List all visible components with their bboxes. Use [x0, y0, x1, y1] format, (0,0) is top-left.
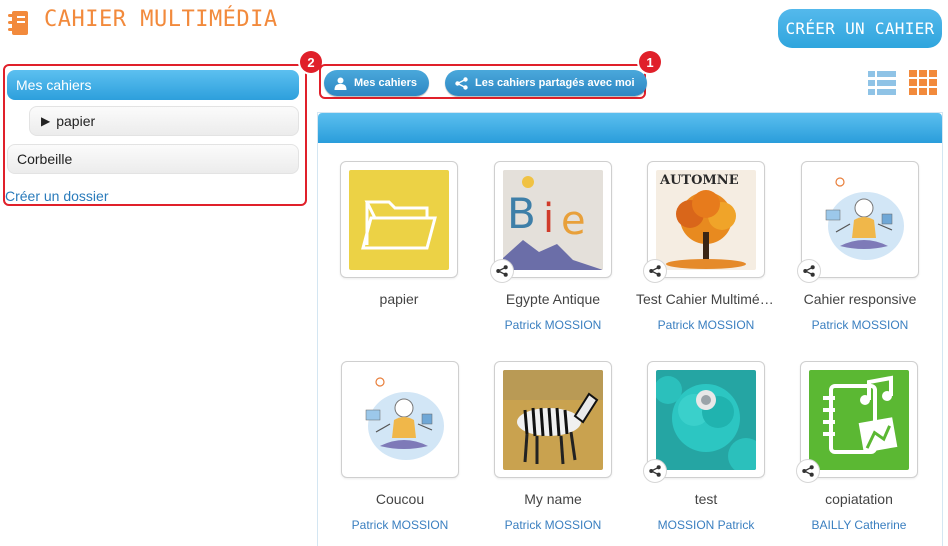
notebook-title: test	[694, 491, 718, 507]
notebook-card[interactable]: Coucou Patrick MOSSION	[330, 361, 470, 532]
notebook-thumbnail[interactable]	[341, 361, 459, 478]
notebook-title: papier	[379, 291, 419, 307]
notebook-card[interactable]: B i e Egypte Antique Patrick MOSSION	[483, 161, 623, 332]
notebook-thumbnail[interactable]	[340, 161, 458, 278]
cupcake-thumbnail-image	[656, 370, 756, 470]
user-icon	[334, 77, 347, 90]
shared-icon	[490, 259, 514, 283]
panel-header	[318, 113, 942, 143]
svg-text:i: i	[543, 196, 554, 242]
notebook-author[interactable]: MOSSION Patrick	[636, 518, 776, 532]
sidebar-item-label: Corbeille	[17, 151, 73, 167]
svg-text:e: e	[561, 198, 586, 244]
shared-icon	[643, 259, 667, 283]
notebook-card[interactable]: AUTOMNE Test Cahier Multimédia Patrick M…	[636, 161, 776, 332]
notebook-grid-panel: papier B i e Egypte Antique Patrick MOSS…	[317, 112, 943, 546]
music-notebook-icon	[809, 370, 909, 470]
share-icon	[455, 76, 468, 90]
sidebar-item-folder-papier[interactable]: ▶ papier	[29, 106, 299, 136]
notebook-title: copiatation	[825, 491, 893, 507]
create-notebook-button[interactable]: CRÉER UN CAHIER	[778, 9, 942, 48]
notebook-title: Cahier responsive	[803, 291, 917, 307]
letters-thumbnail-image: B i e	[503, 170, 603, 270]
notebook-card[interactable]: My name Patrick MOSSION	[483, 361, 623, 532]
create-folder-link[interactable]: Créer un dossier	[5, 188, 109, 204]
notebook-author[interactable]: BAILLY Catherine	[789, 518, 929, 532]
notebook-card[interactable]: copiatation BAILLY Catherine	[789, 361, 929, 532]
svg-text:B: B	[507, 189, 536, 238]
app-window: CAHIER MULTIMÉDIA CRÉER UN CAHIER Mes ca…	[0, 0, 948, 546]
notebook-author[interactable]: Patrick MOSSION	[330, 518, 470, 532]
grid-view-icon[interactable]	[909, 70, 937, 96]
notebook-logo-icon	[8, 11, 28, 35]
notebook-card[interactable]: Cahier responsive Patrick MOSSION	[790, 161, 930, 332]
tab-shared-notebooks[interactable]: Les cahiers partagés avec moi	[445, 70, 647, 96]
notebook-author[interactable]: Patrick MOSSION	[790, 318, 930, 332]
notebook-card[interactable]: papier	[329, 161, 469, 307]
meditation-thumbnail-image	[810, 170, 910, 270]
notebook-filter-tabs: Mes cahiers Les cahiers partagés avec mo…	[319, 64, 647, 99]
notebook-thumbnail[interactable]: B i e	[490, 161, 612, 283]
notebook-thumbnail[interactable]	[494, 361, 612, 478]
zebra-thumbnail-image	[503, 370, 603, 470]
notebook-thumbnail[interactable]	[643, 361, 765, 483]
notebook-title: My name	[524, 491, 582, 507]
notebook-title: Coucou	[375, 491, 425, 507]
expand-arrow-icon[interactable]: ▶	[41, 114, 50, 128]
folder-icon	[349, 170, 449, 270]
sidebar-item-trash[interactable]: Corbeille	[7, 144, 299, 174]
meditation-thumbnail-image	[350, 370, 450, 470]
notebook-author[interactable]: Patrick MOSSION	[483, 518, 623, 532]
tab-label: Les cahiers partagés avec moi	[475, 77, 635, 89]
sidebar: Mes cahiers ▶ papier Corbeille Créer un …	[3, 64, 307, 206]
shared-icon	[796, 459, 820, 483]
notebook-author[interactable]: Patrick MOSSION	[483, 318, 623, 332]
sidebar-item-my-notebooks[interactable]: Mes cahiers	[7, 70, 299, 100]
notebook-thumbnail[interactable]	[797, 161, 919, 283]
app-title: CAHIER MULTIMÉDIA	[44, 7, 278, 32]
notebook-thumbnail[interactable]: AUTOMNE	[643, 161, 765, 283]
notebook-card[interactable]: test MOSSION Patrick	[636, 361, 776, 532]
tab-my-notebooks[interactable]: Mes cahiers	[324, 70, 429, 96]
notebook-title: Egypte Antique	[505, 291, 601, 307]
notebook-title: Test Cahier Multimédia	[636, 291, 776, 307]
svg-text:AUTOMNE: AUTOMNE	[659, 173, 739, 188]
autumn-tree-thumbnail-image: AUTOMNE	[656, 170, 756, 270]
sidebar-item-label: papier	[56, 113, 96, 129]
shared-icon	[797, 259, 821, 283]
list-view-icon[interactable]	[868, 70, 896, 96]
sidebar-item-label: Mes cahiers	[16, 77, 92, 93]
tab-label: Mes cahiers	[354, 77, 417, 89]
notebook-author[interactable]: Patrick MOSSION	[636, 318, 776, 332]
notebook-thumbnail[interactable]	[796, 361, 918, 483]
annotation-badge-1: 1	[639, 51, 661, 73]
shared-icon	[643, 459, 667, 483]
